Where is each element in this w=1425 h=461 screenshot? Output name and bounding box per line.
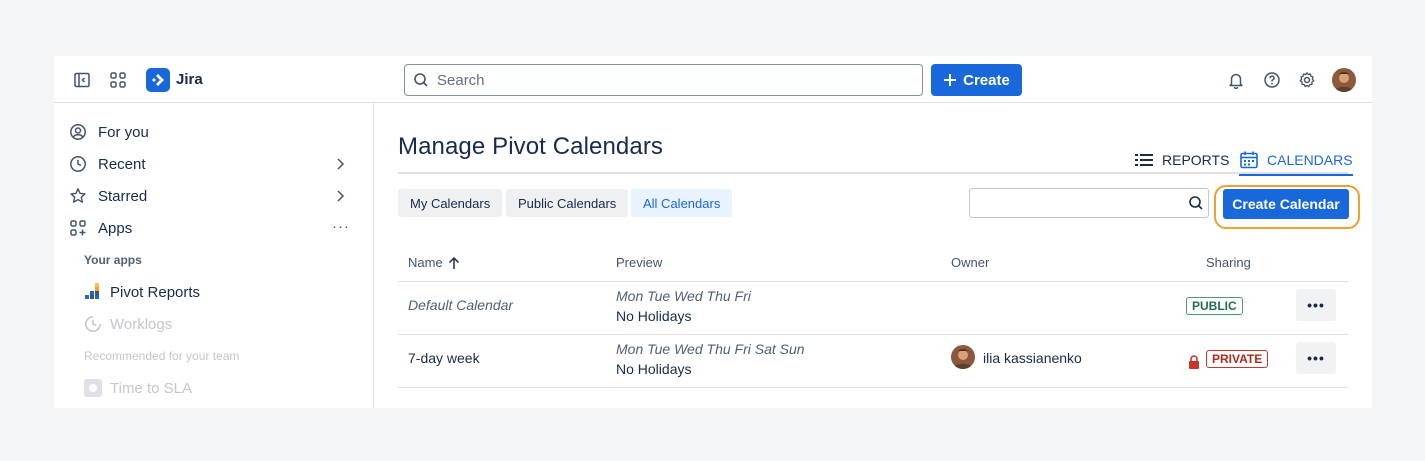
sidebar-app-label: Time to SLA [110, 379, 192, 397]
preview-holidays: No Holidays [616, 308, 692, 324]
row-divider [398, 334, 1348, 335]
sidebar-app-label: Pivot Reports [110, 283, 201, 301]
calendar-icon [1240, 151, 1258, 169]
sidebar-toggle-icon[interactable] [72, 70, 92, 90]
row-more-button[interactable]: ••• [1296, 342, 1336, 374]
page-title: Manage Pivot Calendars [398, 133, 664, 160]
sidebar-app-label: Worklogs [110, 315, 173, 333]
search-input[interactable] [437, 71, 897, 89]
column-header-preview: Preview [616, 255, 663, 270]
list-icon [1135, 154, 1153, 166]
lock-icon [1189, 355, 1199, 369]
column-header-sharing: Sharing [1206, 255, 1251, 270]
preview-holidays: No Holidays [616, 361, 692, 377]
clock-icon [68, 154, 88, 174]
calendar-search-input[interactable] [970, 189, 1175, 217]
sidebar-item-label: Apps [98, 219, 133, 237]
column-header-owner: Owner [951, 255, 990, 270]
sidebar-item-apps[interactable]: Apps ··· [68, 216, 358, 240]
plus-icon [944, 74, 957, 86]
time-to-sla-icon [84, 379, 102, 397]
sharing-badge-private: PRIVATE [1206, 350, 1269, 368]
sidebar-app-pivot-reports[interactable]: Pivot Reports [84, 281, 200, 303]
row-divider [398, 387, 1348, 388]
chevron-right-icon[interactable] [334, 157, 346, 175]
star-icon [68, 186, 88, 206]
calendar-search[interactable] [969, 188, 1209, 218]
sidebar-app-worklogs[interactable]: Worklogs [84, 313, 172, 335]
settings-gear-icon[interactable] [1297, 70, 1317, 90]
jira-logo-icon[interactable] [146, 68, 170, 92]
tab-reports[interactable]: REPORTS [1134, 148, 1229, 172]
app-window: Jira Create For you [54, 56, 1372, 408]
tab-label: CALENDARS [1267, 152, 1353, 168]
create-button-label: Create [963, 71, 1010, 89]
calendar-name[interactable]: 7-day week [408, 350, 480, 366]
sidebar-item-label: For you [98, 123, 149, 141]
pivot-reports-icon [84, 283, 102, 301]
user-circle-icon [68, 122, 88, 142]
help-icon[interactable] [1262, 70, 1282, 90]
user-avatar[interactable] [1332, 68, 1356, 92]
sidebar-app-time-to-sla[interactable]: Time to SLA [84, 377, 192, 399]
app-switcher-icon[interactable] [108, 70, 128, 90]
worklogs-clock-icon [84, 315, 102, 333]
sharing-badge-public: PUBLIC [1186, 297, 1243, 315]
chevron-right-icon[interactable] [334, 189, 346, 207]
sidebar-item-recent[interactable]: Recent [68, 152, 358, 176]
sidebar-item-label: Starred [98, 187, 148, 205]
tabs-divider [398, 172, 1348, 174]
column-header-name[interactable]: Name [408, 255, 461, 270]
search-icon [414, 73, 428, 87]
global-search[interactable] [404, 64, 923, 96]
brand-name[interactable]: Jira [176, 71, 203, 88]
tab-calendars[interactable]: CALENDARS [1239, 148, 1353, 176]
recommended-heading: Recommended for your team [84, 349, 240, 363]
search-icon[interactable] [1188, 195, 1204, 216]
more-options-icon[interactable]: ··· [332, 218, 350, 235]
apps-grid-plus-icon [68, 218, 88, 238]
calendar-name[interactable]: Default Calendar [408, 297, 513, 313]
sort-arrow-up-icon[interactable] [447, 256, 461, 270]
preview-days: Mon Tue Wed Thu Fri [616, 288, 751, 304]
create-calendar-button[interactable]: Create Calendar [1223, 189, 1349, 219]
owner-avatar [951, 345, 975, 369]
filter-my-calendars[interactable]: My Calendars [398, 189, 503, 217]
tab-label: REPORTS [1162, 152, 1230, 168]
preview-days: Mon Tue Wed Thu Fri Sat Sun [616, 341, 805, 357]
create-button[interactable]: Create [931, 64, 1022, 96]
sidebar: For you Recent Starred Apps ··· Your app… [54, 103, 374, 408]
row-more-button[interactable]: ••• [1296, 289, 1336, 321]
top-navigation-bar: Jira Create [54, 56, 1372, 103]
your-apps-heading: Your apps [84, 253, 142, 267]
sidebar-item-for-you[interactable]: For you [68, 120, 358, 144]
filter-all-calendars[interactable]: All Calendars [631, 189, 733, 217]
filter-public-calendars[interactable]: Public Calendars [506, 189, 629, 217]
owner-name: ilia kassianenko [983, 350, 1082, 366]
main-content: Manage Pivot Calendars REPORTS CALENDARS… [398, 103, 1360, 408]
sidebar-item-label: Recent [98, 155, 146, 173]
column-header-label: Name [408, 255, 443, 270]
table-header-divider [398, 281, 1348, 282]
notifications-bell-icon[interactable] [1226, 70, 1246, 90]
sidebar-item-starred[interactable]: Starred [68, 184, 358, 208]
